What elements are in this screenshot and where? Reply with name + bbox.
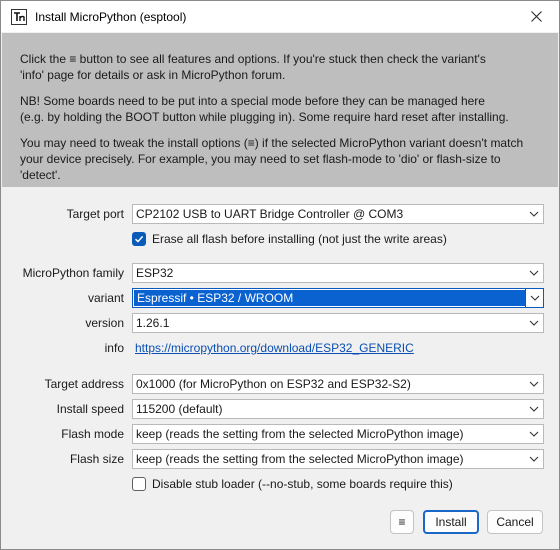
cancel-button[interactable]: Cancel: [487, 510, 543, 534]
erase-flash-label: Erase all flash before installing (not j…: [152, 232, 447, 246]
flash-size-value: keep (reads the setting from the selecte…: [136, 452, 464, 466]
info-link[interactable]: https://micropython.org/download/ESP32_G…: [135, 341, 414, 355]
disable-stub-checkbox[interactable]: [132, 477, 146, 491]
flash-size-select[interactable]: keep (reads the setting from the selecte…: [132, 449, 544, 469]
variant-value: Espressif • ESP32 / WROOM: [134, 290, 526, 306]
version-select[interactable]: 1.26.1: [132, 313, 544, 333]
install-button[interactable]: Install: [423, 510, 479, 534]
target-address-value: 0x1000 (for MicroPython on ESP32 and ESP…: [136, 377, 411, 391]
flash-size-row: Flash size keep (reads the setting from …: [1, 449, 559, 469]
target-address-select[interactable]: 0x1000 (for MicroPython on ESP32 and ESP…: [132, 374, 544, 394]
variant-select[interactable]: Espressif • ESP32 / WROOM: [132, 288, 544, 308]
chevron-down-icon: [529, 456, 539, 462]
check-icon: [134, 235, 144, 243]
thonny-app-icon: [11, 8, 27, 25]
disable-stub-checkbox-row[interactable]: Disable stub loader (--no-stub, some boa…: [132, 475, 453, 493]
family-select[interactable]: ESP32: [132, 263, 544, 283]
title-bar: Install MicroPython (esptool): [1, 1, 559, 32]
variant-row: variant Espressif • ESP32 / WROOM: [1, 288, 559, 308]
family-row: MicroPython family ESP32: [1, 263, 559, 283]
variant-dropdown-button[interactable]: [525, 289, 543, 307]
options-menu-button[interactable]: ≡: [390, 510, 414, 534]
cancel-button-label: Cancel: [496, 515, 534, 529]
target-port-value: CP2102 USB to UART Bridge Controller @ C…: [136, 207, 404, 221]
family-label: MicroPython family: [22, 266, 124, 280]
chevron-down-icon: [529, 211, 539, 217]
window-title: Install MicroPython (esptool): [35, 9, 187, 24]
target-port-row: Target port CP2102 USB to UART Bridge Co…: [1, 204, 559, 224]
install-dialog: Install MicroPython (esptool) Click the …: [0, 0, 560, 550]
target-port-select[interactable]: CP2102 USB to UART Bridge Controller @ C…: [132, 204, 544, 224]
flash-size-label: Flash size: [69, 452, 124, 466]
erase-flash-checkbox[interactable]: [132, 232, 146, 246]
close-button[interactable]: [513, 1, 559, 32]
target-port-label: Target port: [66, 207, 124, 221]
intro-text-panel: Click the ≡ button to see all features a…: [2, 33, 558, 187]
flash-mode-value: keep (reads the setting from the selecte…: [136, 427, 464, 441]
target-address-row: Target address 0x1000 (for MicroPython o…: [1, 374, 559, 394]
info-row: info https://micropython.org/download/ES…: [1, 338, 559, 358]
chevron-down-icon: [529, 406, 539, 412]
intro-paragraph-3: You may need to tweak the install option…: [20, 136, 524, 182]
flash-mode-row: Flash mode keep (reads the setting from …: [1, 424, 559, 444]
chevron-down-icon: [529, 431, 539, 437]
install-speed-select[interactable]: 115200 (default): [132, 399, 544, 419]
install-speed-label: Install speed: [56, 402, 124, 416]
family-value: ESP32: [136, 266, 174, 280]
version-value: 1.26.1: [136, 316, 170, 330]
close-icon: [530, 11, 542, 22]
chevron-down-icon: [529, 381, 539, 387]
chevron-down-icon: [530, 295, 540, 301]
disable-stub-label: Disable stub loader (--no-stub, some boa…: [152, 477, 453, 491]
variant-label: variant: [87, 291, 124, 305]
chevron-down-icon: [529, 270, 539, 276]
version-label: version: [85, 316, 124, 330]
menu-icon: ≡: [398, 515, 406, 529]
install-button-label: Install: [435, 515, 467, 529]
target-address-label: Target address: [44, 377, 124, 391]
flash-mode-label: Flash mode: [61, 427, 124, 441]
install-speed-row: Install speed 115200 (default): [1, 399, 559, 419]
chevron-down-icon: [529, 320, 539, 326]
info-label: info: [104, 341, 124, 355]
erase-flash-checkbox-row[interactable]: Erase all flash before installing (not j…: [132, 230, 447, 248]
version-row: version 1.26.1: [1, 313, 559, 333]
install-speed-value: 115200 (default): [136, 402, 223, 416]
flash-mode-select[interactable]: keep (reads the setting from the selecte…: [132, 424, 544, 444]
intro-paragraph-1: Click the ≡ button to see all features a…: [20, 52, 486, 82]
intro-paragraph-2: NB! Some boards need to be put into a sp…: [20, 94, 509, 124]
